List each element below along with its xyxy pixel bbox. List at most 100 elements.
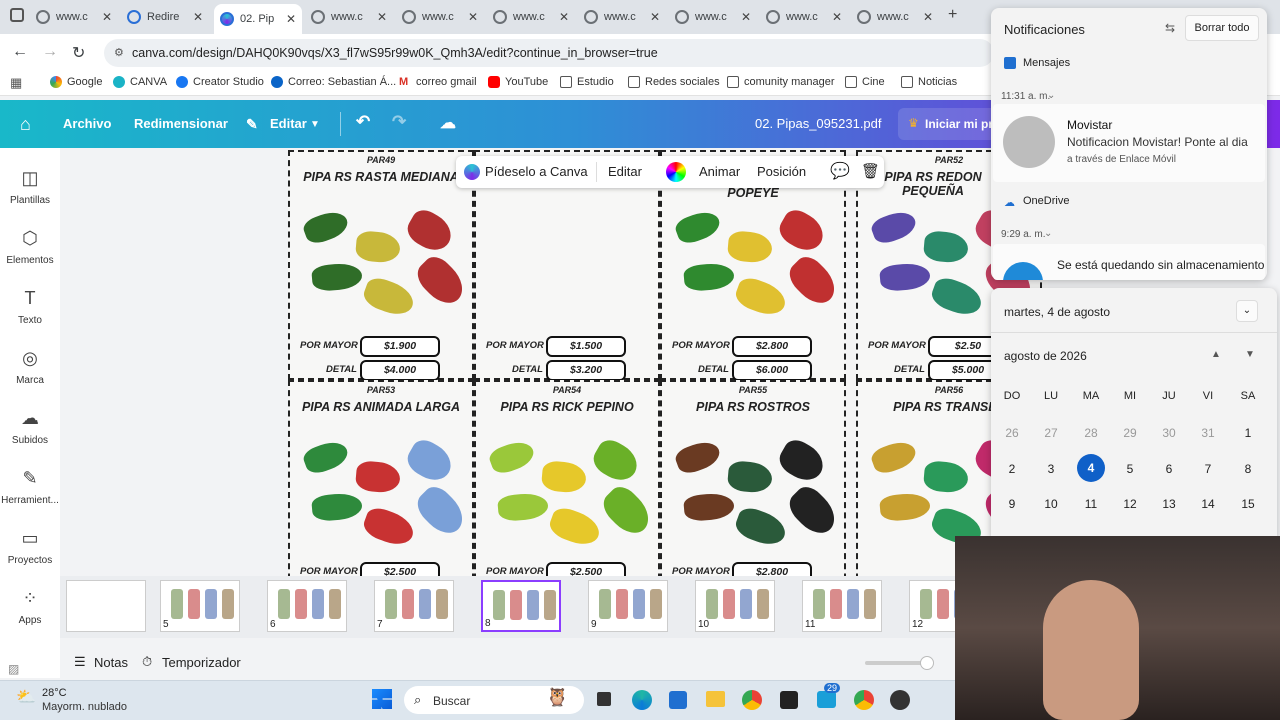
task-view-icon[interactable] (597, 692, 611, 706)
page-thumbnail[interactable]: 7 (374, 580, 454, 632)
zoom-slider-handle[interactable] (920, 656, 934, 670)
calendar-day[interactable]: 5 (1116, 462, 1144, 476)
document-title[interactable]: 02. Pipas_095231.pdf (755, 116, 882, 131)
file-explorer-icon[interactable] (706, 691, 725, 707)
bookmark-folder[interactable]: Cine (845, 76, 885, 88)
calendar-day[interactable]: 2 (998, 462, 1026, 476)
store-icon[interactable] (669, 691, 687, 709)
calendar-day[interactable]: 29 (1116, 426, 1144, 440)
page-thumbnail[interactable] (66, 580, 146, 632)
edit-menu[interactable]: Editar (270, 116, 307, 131)
sidebar-item-elementos[interactable]: ⬡ Elementos (0, 228, 60, 266)
bookmark-correo[interactable]: Correo: Sebastian Á... (271, 76, 396, 88)
page-thumbnail[interactable]: 11 (802, 580, 882, 632)
bookmark-canva[interactable]: CANVA (113, 76, 167, 88)
calendar-day[interactable]: 11 (1077, 497, 1105, 511)
redo-icon[interactable]: ↷ (392, 112, 406, 132)
calendar-day[interactable]: 26 (998, 426, 1026, 440)
product-card[interactable]: PAR55 PIPA RS ROSTROS POR MAYOR $2.800 (660, 380, 846, 576)
calendar-day[interactable]: 10 (1037, 497, 1065, 511)
zoom-slider[interactable] (865, 661, 925, 665)
chevron-down-icon[interactable]: ⌄ (1236, 300, 1258, 322)
site-info-icon[interactable]: ⚙ (114, 39, 124, 67)
sidebar-item-proyectos[interactable]: ▭ Proyectos (0, 528, 60, 566)
windows-start-icon[interactable] (372, 689, 392, 709)
chevron-down-icon[interactable]: ⌄ (1047, 90, 1055, 101)
page-thumbnail[interactable]: 8 (481, 580, 561, 632)
notification-card[interactable]: Se está quedando sin almacenamiento (993, 244, 1265, 280)
calendar-day[interactable]: 6 (1155, 462, 1183, 476)
apps-grid-icon[interactable]: ▦ (10, 75, 22, 91)
close-icon[interactable]: ✕ (650, 10, 660, 24)
edit-image-button[interactable]: Editar (608, 164, 642, 179)
chevron-down-icon[interactable]: ⌄ (1044, 228, 1052, 239)
browser-tab[interactable]: www.c ✕ (396, 4, 484, 30)
bookmark-google[interactable]: Google (50, 76, 102, 88)
chrome-icon[interactable] (742, 690, 762, 710)
browser-tab[interactable]: www.c ✕ (669, 4, 757, 30)
calendar-day[interactable]: 1 (1234, 426, 1262, 440)
animate-button[interactable]: Animar (699, 164, 740, 179)
address-bar[interactable]: ⚙ canva.com/design/DAHQ0K90vqs/X3_fl7wS9… (104, 39, 994, 67)
clear-all-button[interactable]: Borrar todo (1185, 15, 1259, 41)
sidebar-item-marca[interactable]: ◎ Marca (0, 348, 60, 386)
close-icon[interactable]: ✕ (923, 10, 933, 24)
calendar-day[interactable]: 12 (1116, 497, 1144, 511)
edge-icon[interactable] (632, 690, 652, 710)
sidebar-item-texto[interactable]: T Texto (0, 288, 60, 326)
calendar-day[interactable]: 3 (1037, 462, 1065, 476)
close-icon[interactable]: ✕ (559, 10, 569, 24)
chrome-icon[interactable] (854, 690, 874, 710)
close-icon[interactable]: ✕ (741, 10, 751, 24)
calendar-day[interactable]: 31 (1194, 426, 1222, 440)
design-canvas[interactable]: PAR49 PIPA RS RASTA MEDIANA POR MAYOR $1.90… (288, 150, 1048, 576)
timer-button[interactable]: Temporizador (162, 655, 241, 670)
recording-app-icon[interactable] (890, 690, 910, 710)
position-button[interactable]: Posición (757, 164, 806, 179)
bookmark-folder[interactable]: Noticias (901, 76, 957, 88)
reload-icon[interactable]: ↻ (72, 43, 85, 63)
home-icon[interactable]: ⌂ (20, 114, 31, 135)
color-picker-icon[interactable] (666, 162, 686, 182)
bookmark-gmail[interactable]: Mcorreo gmail (399, 76, 477, 88)
page-thumbnail[interactable]: 6 (267, 580, 347, 632)
file-menu[interactable]: Archivo (63, 116, 111, 131)
sidebar-item-apps[interactable]: ⁘ Apps (0, 588, 60, 626)
calendar-app-icon[interactable] (817, 691, 836, 708)
close-icon[interactable]: ✕ (468, 10, 478, 24)
upgrade-button[interactable]: ♛ Iniciar mi pr (898, 108, 998, 140)
calendar-day-today[interactable]: 4 (1077, 454, 1105, 482)
photo-icon[interactable]: ▨ (8, 662, 19, 676)
page-thumbnail[interactable]: 9 (588, 580, 668, 632)
new-tab-icon[interactable]: + (948, 6, 957, 24)
close-icon[interactable]: ✕ (377, 10, 387, 24)
browser-tab-active[interactable]: 02. Pip ✕ (214, 4, 302, 34)
comment-icon[interactable]: 💬 (830, 161, 850, 181)
browser-tab[interactable]: www.c ✕ (30, 4, 118, 30)
focus-icon[interactable]: ⇆ (1165, 21, 1175, 35)
bookmark-youtube[interactable]: YouTube (488, 76, 548, 88)
close-icon[interactable]: ✕ (286, 12, 296, 26)
weather-temp[interactable]: 28°C (42, 687, 67, 699)
calendar-day[interactable]: 27 (1037, 426, 1065, 440)
browser-tab[interactable]: www.c ✕ (487, 4, 575, 30)
ask-canva-button[interactable]: Pídeselo a Canva (485, 164, 588, 179)
calendar-day[interactable]: 14 (1194, 497, 1222, 511)
calendar-day[interactable]: 7 (1194, 462, 1222, 476)
forward-icon[interactable]: → (42, 43, 58, 61)
browser-tab[interactable]: www.c ✕ (305, 4, 393, 30)
product-card[interactable]: PAR53 PIPA RS ANIMADA LARGA POR MAYOR $2.50… (288, 380, 474, 576)
product-card[interactable]: PAR49 PIPA RS RASTA MEDIANA POR MAYOR $1.90… (288, 150, 474, 381)
calendar-day[interactable]: 30 (1155, 426, 1183, 440)
calendar-day[interactable]: 13 (1155, 497, 1183, 511)
calendar-day[interactable]: 15 (1234, 497, 1262, 511)
tab-search-icon[interactable] (10, 8, 24, 22)
browser-tab[interactable]: www.c ✕ (760, 4, 848, 30)
close-icon[interactable]: ✕ (102, 10, 112, 24)
app-icon[interactable] (780, 691, 798, 709)
bookmark-folder[interactable]: Redes sociales (628, 76, 720, 88)
sidebar-item-plantillas[interactable]: ◫ Plantillas (0, 168, 60, 206)
cloud-saved-icon[interactable]: ☁ (440, 113, 456, 133)
page-thumbnail[interactable]: 10 (695, 580, 775, 632)
browser-tab[interactable]: www.c ✕ (851, 4, 939, 30)
